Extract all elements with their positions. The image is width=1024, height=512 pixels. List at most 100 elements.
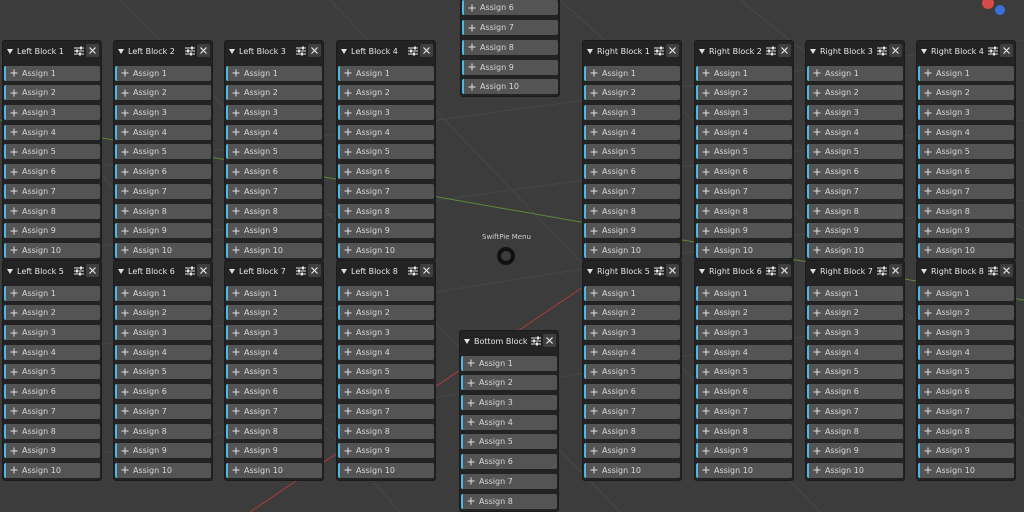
assign-button[interactable]: Assign 2 <box>4 305 100 321</box>
assign-button[interactable]: Assign 6 <box>115 384 211 400</box>
assign-button[interactable]: Assign 6 <box>584 384 680 400</box>
sliders-icon[interactable] <box>184 265 196 277</box>
assign-button[interactable]: Assign 3 <box>918 105 1014 121</box>
assign-button[interactable]: Assign 8 <box>696 203 792 219</box>
assign-button[interactable]: Assign 10 <box>338 242 434 258</box>
sliders-icon[interactable] <box>73 45 85 57</box>
sliders-icon[interactable] <box>407 45 419 57</box>
collapse-triangle-icon[interactable] <box>229 48 235 54</box>
assign-button[interactable]: Assign 2 <box>696 305 792 321</box>
assign-button[interactable]: Assign 4 <box>226 124 322 140</box>
assign-button[interactable]: Assign 7 <box>338 183 434 199</box>
assign-button[interactable]: Assign 9 <box>462 59 558 75</box>
sliders-icon[interactable] <box>876 265 888 277</box>
assign-button[interactable]: Assign 10 <box>226 242 322 258</box>
assign-button[interactable]: Assign 5 <box>338 364 434 380</box>
assign-button[interactable]: Assign 10 <box>696 242 792 258</box>
assign-button[interactable]: Assign 4 <box>807 124 903 140</box>
assign-button[interactable]: Assign 1 <box>4 285 100 301</box>
assign-button[interactable]: Assign 4 <box>115 344 211 360</box>
close-icon[interactable] <box>308 264 321 277</box>
assign-button[interactable]: Assign 2 <box>696 85 792 101</box>
assign-button[interactable]: Assign 2 <box>226 85 322 101</box>
close-icon[interactable] <box>778 44 791 57</box>
assign-button[interactable]: Assign 2 <box>584 85 680 101</box>
assign-button[interactable]: Assign 3 <box>696 325 792 341</box>
assign-button[interactable]: Assign 10 <box>696 462 792 478</box>
assign-button[interactable]: Assign 6 <box>338 384 434 400</box>
assign-button[interactable]: Assign 9 <box>4 223 100 239</box>
assign-button[interactable]: Assign 8 <box>696 423 792 439</box>
assign-button[interactable]: Assign 6 <box>807 164 903 180</box>
assign-button[interactable]: Assign 7 <box>115 183 211 199</box>
assign-button[interactable]: Assign 4 <box>338 344 434 360</box>
collapse-triangle-icon[interactable] <box>921 268 927 274</box>
assign-button[interactable]: Assign 4 <box>807 344 903 360</box>
assign-button[interactable]: Assign 1 <box>226 285 322 301</box>
assign-button[interactable]: Assign 7 <box>4 403 100 419</box>
sliders-icon[interactable] <box>295 45 307 57</box>
assign-button[interactable]: Assign 8 <box>918 423 1014 439</box>
sliders-icon[interactable] <box>987 265 999 277</box>
assign-button[interactable]: Assign 1 <box>584 65 680 81</box>
assign-button[interactable]: Assign 8 <box>226 203 322 219</box>
assign-button[interactable]: Assign 6 <box>918 164 1014 180</box>
assign-button[interactable]: Assign 1 <box>338 65 434 81</box>
assign-button[interactable]: Assign 9 <box>918 443 1014 459</box>
collapse-triangle-icon[interactable] <box>587 48 593 54</box>
close-icon[interactable] <box>889 264 902 277</box>
assign-button[interactable]: Assign 3 <box>461 395 557 411</box>
close-icon[interactable] <box>420 44 433 57</box>
gizmo-y-icon[interactable] <box>995 5 1005 15</box>
assign-button[interactable]: Assign 5 <box>584 364 680 380</box>
assign-button[interactable]: Assign 2 <box>584 305 680 321</box>
assign-button[interactable]: Assign 8 <box>807 423 903 439</box>
assign-button[interactable]: Assign 4 <box>696 344 792 360</box>
assign-button[interactable]: Assign 8 <box>918 203 1014 219</box>
assign-button[interactable]: Assign 3 <box>696 105 792 121</box>
assign-button[interactable]: Assign 1 <box>115 285 211 301</box>
assign-button[interactable]: Assign 1 <box>696 285 792 301</box>
assign-button[interactable]: Assign 6 <box>462 0 558 16</box>
close-icon[interactable] <box>543 334 556 347</box>
assign-button[interactable]: Assign 2 <box>115 85 211 101</box>
sliders-icon[interactable] <box>987 45 999 57</box>
assign-button[interactable]: Assign 8 <box>115 423 211 439</box>
assign-button[interactable]: Assign 10 <box>115 462 211 478</box>
assign-button[interactable]: Assign 3 <box>338 325 434 341</box>
sliders-icon[interactable] <box>530 335 542 347</box>
assign-button[interactable]: Assign 4 <box>226 344 322 360</box>
assign-button[interactable]: Assign 1 <box>4 65 100 81</box>
assign-button[interactable]: Assign 9 <box>226 223 322 239</box>
assign-button[interactable]: Assign 2 <box>918 305 1014 321</box>
assign-button[interactable]: Assign 6 <box>4 384 100 400</box>
assign-button[interactable]: Assign 10 <box>462 79 558 95</box>
assign-button[interactable]: Assign 2 <box>226 305 322 321</box>
assign-button[interactable]: Assign 10 <box>584 242 680 258</box>
assign-button[interactable]: Assign 3 <box>584 105 680 121</box>
close-icon[interactable] <box>666 44 679 57</box>
assign-button[interactable]: Assign 8 <box>338 203 434 219</box>
assign-button[interactable]: Assign 1 <box>226 65 322 81</box>
assign-button[interactable]: Assign 7 <box>115 403 211 419</box>
assign-button[interactable]: Assign 5 <box>4 144 100 160</box>
assign-button[interactable]: Assign 5 <box>918 364 1014 380</box>
assign-button[interactable]: Assign 9 <box>696 443 792 459</box>
assign-button[interactable]: Assign 8 <box>4 203 100 219</box>
assign-button[interactable]: Assign 2 <box>4 85 100 101</box>
assign-button[interactable]: Assign 3 <box>918 325 1014 341</box>
assign-button[interactable]: Assign 2 <box>338 85 434 101</box>
assign-button[interactable]: Assign 8 <box>461 493 557 509</box>
assign-button[interactable]: Assign 5 <box>115 144 211 160</box>
assign-button[interactable]: Assign 6 <box>226 384 322 400</box>
assign-button[interactable]: Assign 3 <box>115 105 211 121</box>
collapse-triangle-icon[interactable] <box>118 48 124 54</box>
sliders-icon[interactable] <box>765 45 777 57</box>
collapse-triangle-icon[interactable] <box>810 48 816 54</box>
assign-button[interactable]: Assign 6 <box>115 164 211 180</box>
assign-button[interactable]: Assign 8 <box>807 203 903 219</box>
assign-button[interactable]: Assign 9 <box>807 443 903 459</box>
assign-button[interactable]: Assign 3 <box>807 105 903 121</box>
assign-button[interactable]: Assign 5 <box>807 364 903 380</box>
assign-button[interactable]: Assign 3 <box>226 105 322 121</box>
